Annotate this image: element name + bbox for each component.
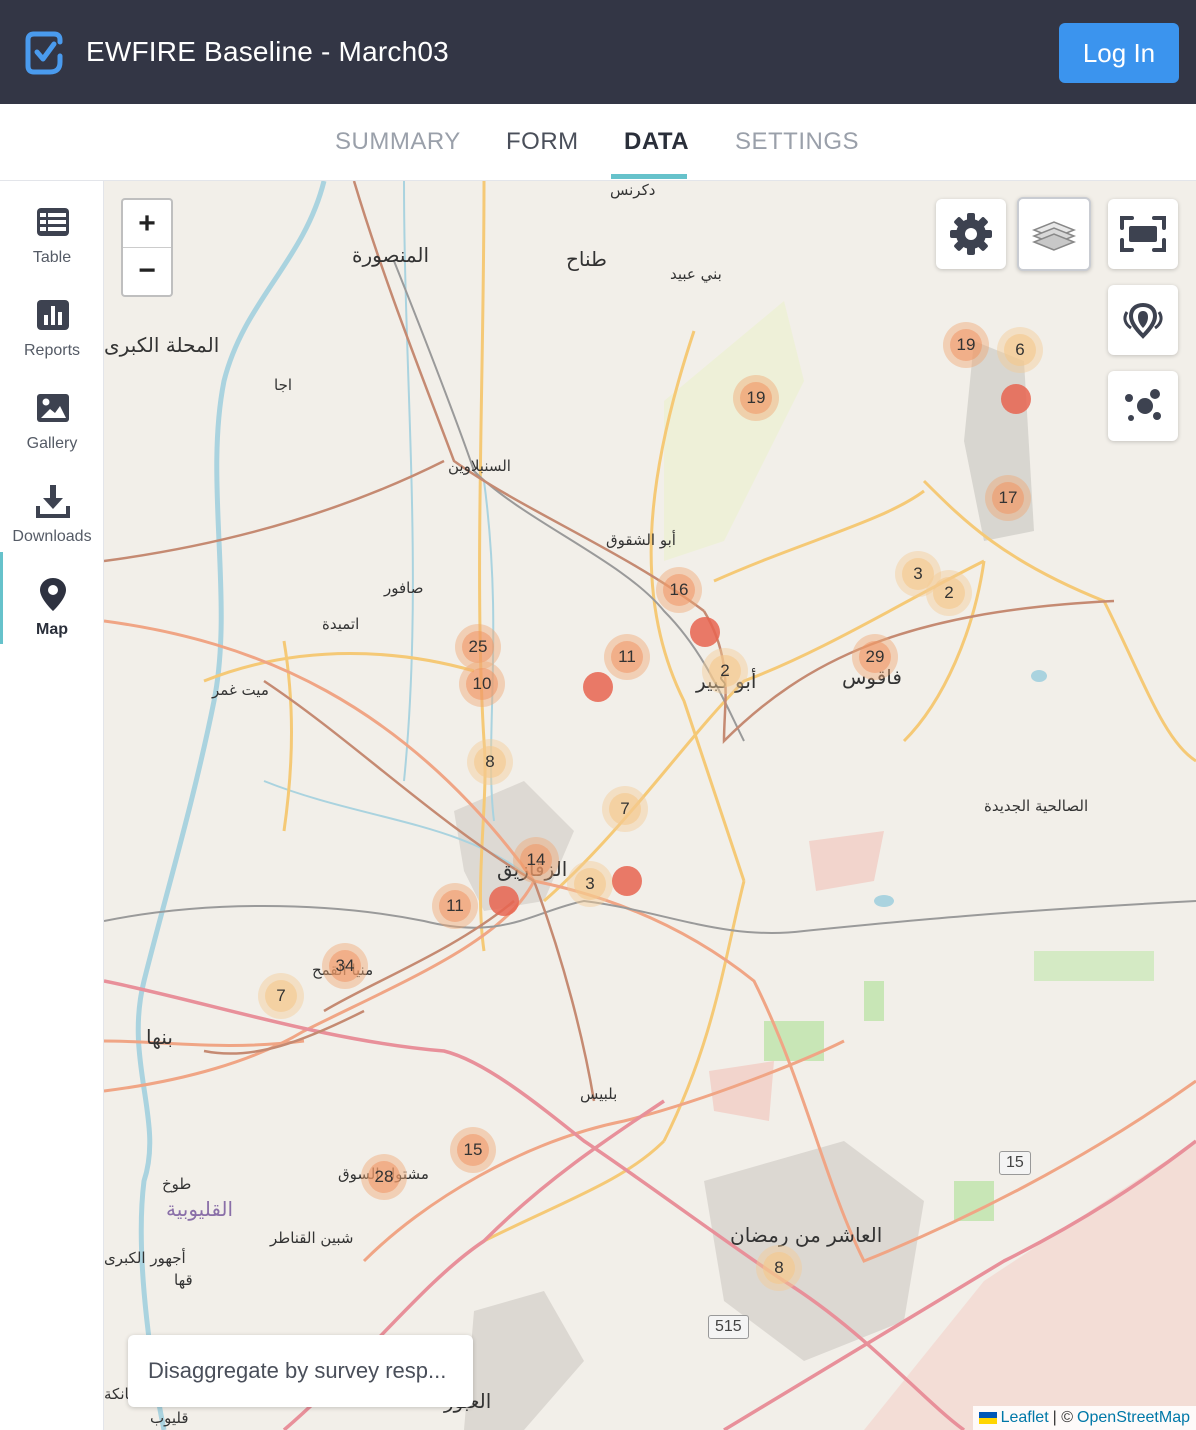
map-label-itmida: اتميدة (322, 615, 360, 633)
cluster-marker[interactable]: 2 (702, 648, 748, 694)
download-icon (36, 485, 70, 518)
sidebar-item-reports[interactable]: Reports (0, 292, 104, 378)
image-icon (37, 394, 69, 422)
map-pin-icon (40, 578, 66, 611)
single-marker[interactable] (1001, 384, 1031, 414)
cluster-marker[interactable]: 28 (361, 1154, 407, 1200)
map-label-mit-ghamr: ميت غمر (212, 681, 269, 699)
cluster-marker[interactable]: 8 (467, 739, 513, 785)
sidebar-item-label: Reports (23, 342, 81, 359)
map-label-qalyubia: القليوبية (166, 1197, 234, 1221)
map-label-tanah: طناح (566, 247, 607, 271)
fullscreen-button[interactable] (1108, 199, 1178, 269)
tab-data[interactable]: DATA (624, 128, 689, 156)
road-shield: 15 (999, 1151, 1031, 1175)
layers-icon (1031, 221, 1077, 251)
table-icon (37, 208, 69, 236)
zoom-out-button[interactable]: − (123, 247, 171, 294)
leaflet-link[interactable]: Leaflet (1001, 1409, 1049, 1427)
map-attribution: Leaflet | © OpenStreetMap (972, 1406, 1196, 1430)
sidebar-item-label: Gallery (26, 435, 78, 452)
cluster-marker[interactable]: 15 (450, 1127, 496, 1173)
map-label-mansoura: المنصورة (352, 243, 430, 267)
map-label-qalyub: قليوب (150, 1409, 189, 1427)
sidebar-item-label: Downloads (12, 528, 92, 545)
map-label-dikirnis: دكرنس (610, 181, 656, 199)
osm-link[interactable]: OpenStreetMap (1077, 1409, 1190, 1427)
map-label-abu-shuqquq: أبو الشقوق (606, 531, 676, 549)
single-marker[interactable] (690, 617, 720, 647)
disaggregate-select[interactable]: Disaggregate by survey resp... (128, 1335, 473, 1407)
road-shield: 515 (708, 1315, 749, 1339)
sidebar-item-label: Table (32, 249, 72, 266)
cluster-marker[interactable]: 17 (985, 475, 1031, 521)
cluster-marker[interactable]: 7 (258, 973, 304, 1019)
cluster-marker[interactable]: 34 (322, 943, 368, 989)
active-tab-indicator (611, 174, 687, 179)
sidebar-item-table[interactable]: Table (0, 199, 104, 285)
map-label-bilbeis: بلبيس (580, 1085, 618, 1103)
map-label-shibin-qanatir: شبين القناطر (270, 1229, 354, 1247)
gear-icon (950, 213, 992, 255)
sidebar-item-map[interactable]: Map (0, 571, 104, 657)
cluster-marker[interactable]: 8 (756, 1245, 802, 1291)
map-label-toukh: طوخ (162, 1175, 192, 1193)
zoom-in-button[interactable]: + (123, 200, 171, 247)
sidebar-item-gallery[interactable]: Gallery (0, 385, 104, 471)
attribution-separator: | © (1052, 1409, 1074, 1426)
sidebar: Table Reports Gallery Downloads Map (0, 181, 104, 1430)
heatmap-icon (1123, 302, 1163, 339)
map-label-aghour: أجهور الكبرى (104, 1249, 186, 1267)
bar-chart-icon (37, 300, 69, 330)
map-label-aga: اجا (274, 376, 293, 394)
cluster-marker[interactable]: 2 (926, 570, 972, 616)
map-label-safour: صافور (384, 579, 424, 597)
fullscreen-icon (1120, 216, 1166, 252)
app-title: EWFIRE Baseline - March03 (86, 36, 449, 67)
tab-form[interactable]: FORM (506, 128, 579, 156)
tab-summary[interactable]: SUMMARY (335, 128, 461, 156)
cluster-icon (1125, 389, 1161, 421)
cluster-marker[interactable]: 3 (567, 861, 613, 907)
top-header: EWFIRE Baseline - March03 Log In (0, 0, 1196, 104)
app-logo-icon (25, 31, 63, 75)
zoom-control: + − (121, 198, 173, 297)
cluster-marker[interactable]: 10 (459, 661, 505, 707)
tab-settings[interactable]: SETTINGS (735, 128, 859, 156)
ukraine-flag-icon (978, 1412, 997, 1424)
map-label-tenth-ramadan: العاشر من رمضان (730, 1223, 883, 1247)
cluster-marker[interactable]: 11 (604, 634, 650, 680)
tab-bar: SUMMARY FORM DATA SETTINGS (0, 104, 1196, 181)
cluster-marker[interactable]: 14 (513, 837, 559, 883)
single-marker[interactable] (612, 866, 642, 896)
cluster-marker[interactable]: 7 (602, 786, 648, 832)
map-view[interactable]: دكرنس المنصورة طناح بني عبيد المحلة الكب… (104, 181, 1196, 1430)
single-marker[interactable] (583, 672, 613, 702)
login-button[interactable]: Log In (1059, 23, 1179, 83)
map-label-mahalla: المحلة الكبرى (104, 333, 220, 357)
cluster-marker[interactable]: 6 (997, 327, 1043, 373)
single-marker[interactable] (489, 886, 519, 916)
sidebar-item-downloads[interactable]: Downloads (0, 478, 104, 564)
map-label-new-salhia: الصالحية الجديدة (984, 797, 1089, 815)
cluster-marker[interactable]: 16 (656, 567, 702, 613)
cluster-marker[interactable]: 29 (852, 634, 898, 680)
map-label-bani-ubayd: بني عبيد (670, 265, 722, 283)
map-label-banha: بنها (146, 1025, 173, 1049)
map-label-sinbillawin: السنبلاوين (448, 457, 511, 475)
cluster-marker[interactable]: 19 (733, 375, 779, 421)
cluster-marker[interactable]: 11 (432, 883, 478, 929)
map-label-qaha: قها (174, 1271, 193, 1289)
heatmap-button[interactable] (1108, 285, 1178, 355)
active-sidebar-indicator (0, 552, 3, 644)
cluster-marker[interactable]: 19 (943, 322, 989, 368)
cluster-toggle-button[interactable] (1108, 371, 1178, 441)
sidebar-item-label: Map (36, 621, 68, 638)
layers-button[interactable] (1017, 197, 1091, 271)
map-settings-button[interactable] (936, 199, 1006, 269)
